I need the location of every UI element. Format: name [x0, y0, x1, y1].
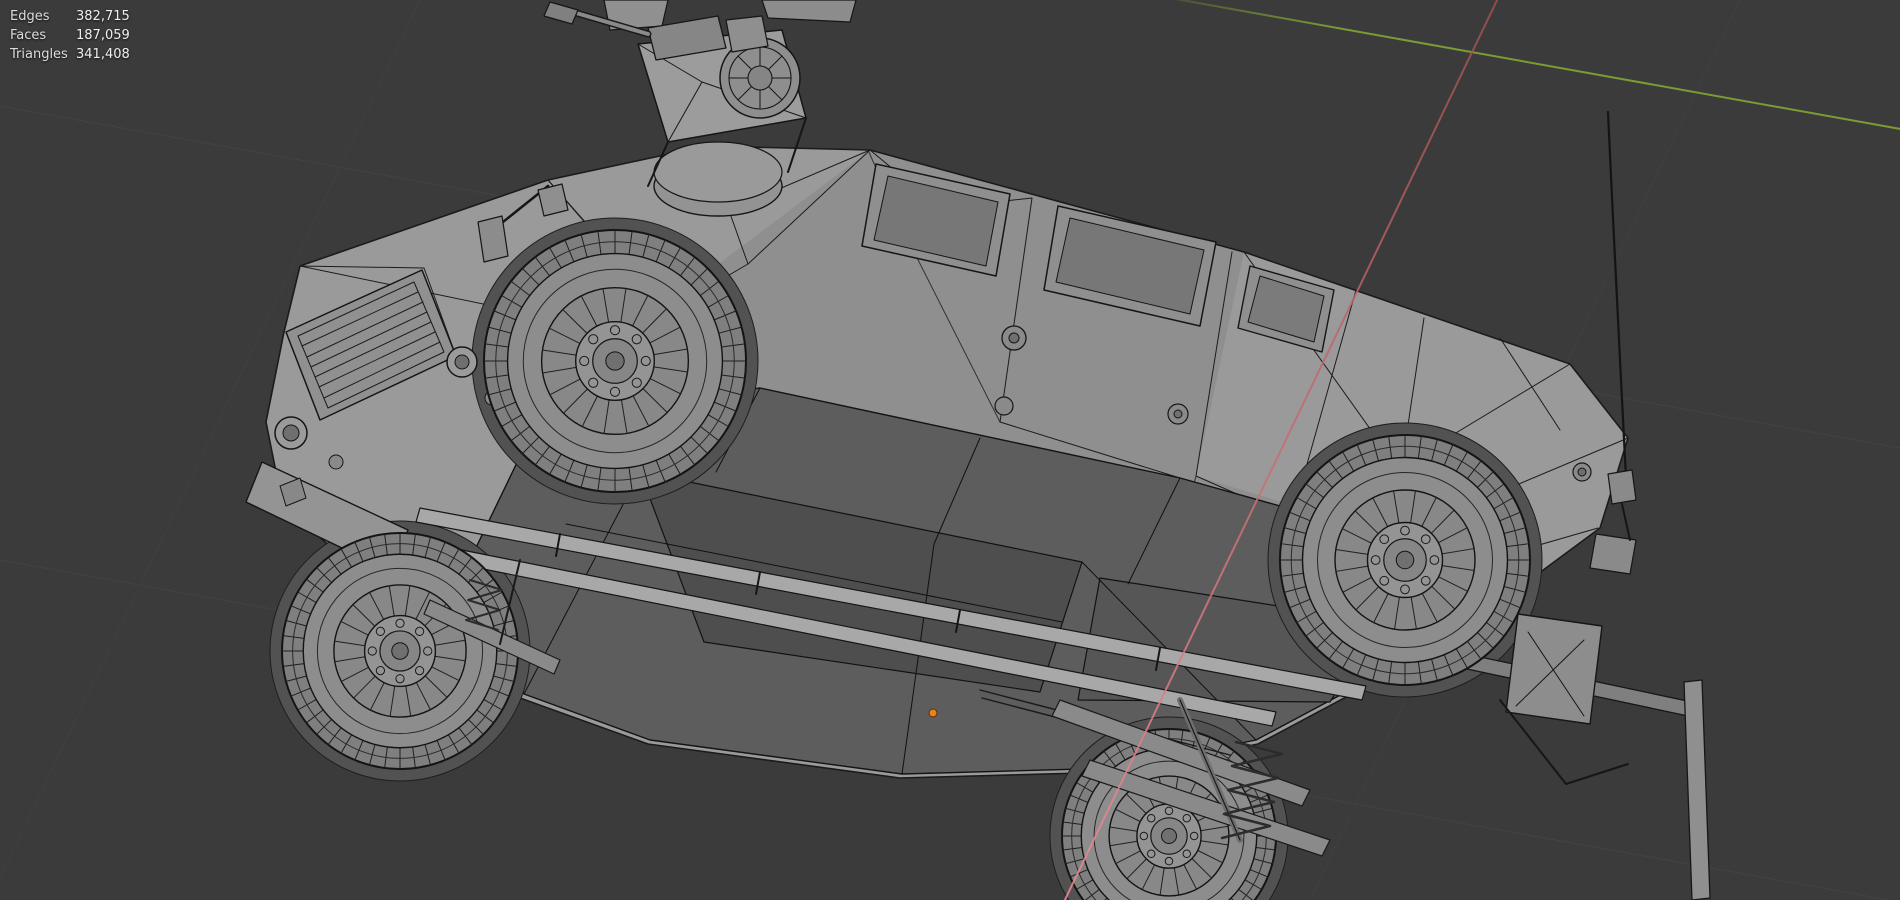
- stat-label: Edges: [10, 9, 50, 24]
- headlight-right-lens: [454, 354, 470, 370]
- marker-light-left: [328, 454, 344, 470]
- muzzle: [543, 1, 579, 25]
- wheel-front-lower[interactable]: [281, 532, 519, 770]
- ammo-box: [725, 15, 769, 53]
- viewport-canvas[interactable]: [0, 0, 1900, 900]
- stat-label: Faces: [10, 28, 47, 43]
- viewport-3d[interactable]: Edges 382,715 Faces 187,059 Triangles 34…: [0, 0, 1900, 900]
- wheel-front-upper[interactable]: [483, 229, 747, 493]
- stat-row-faces: Faces 187,059: [10, 26, 130, 45]
- statistics-overlay: Edges 382,715 Faces 187,059 Triangles 34…: [10, 7, 130, 64]
- axis-y-line: [1175, 0, 1900, 130]
- antenna: [1606, 110, 1637, 541]
- antenna-base: [1607, 469, 1637, 505]
- stat-row-triangles: Triangles 341,408: [10, 45, 130, 64]
- vehicle-wireframe-model[interactable]: [245, 0, 1711, 900]
- stat-row-edges: Edges 382,715: [10, 7, 130, 26]
- mirror-head: [477, 215, 509, 263]
- stat-value: 382,715: [76, 9, 130, 24]
- stat-value: 341,408: [76, 47, 130, 62]
- origin-point[interactable]: [928, 708, 938, 718]
- rear-post: [1683, 679, 1711, 900]
- cowl-box: [537, 183, 569, 217]
- stat-value: 187,059: [76, 28, 130, 43]
- gun-cradle-right: [761, 0, 857, 23]
- stat-label: Triangles: [10, 47, 68, 62]
- headlight-left-lens: [282, 424, 300, 442]
- wheel-rear-upper[interactable]: [1279, 434, 1531, 686]
- antenna-bracket: [1621, 503, 1631, 541]
